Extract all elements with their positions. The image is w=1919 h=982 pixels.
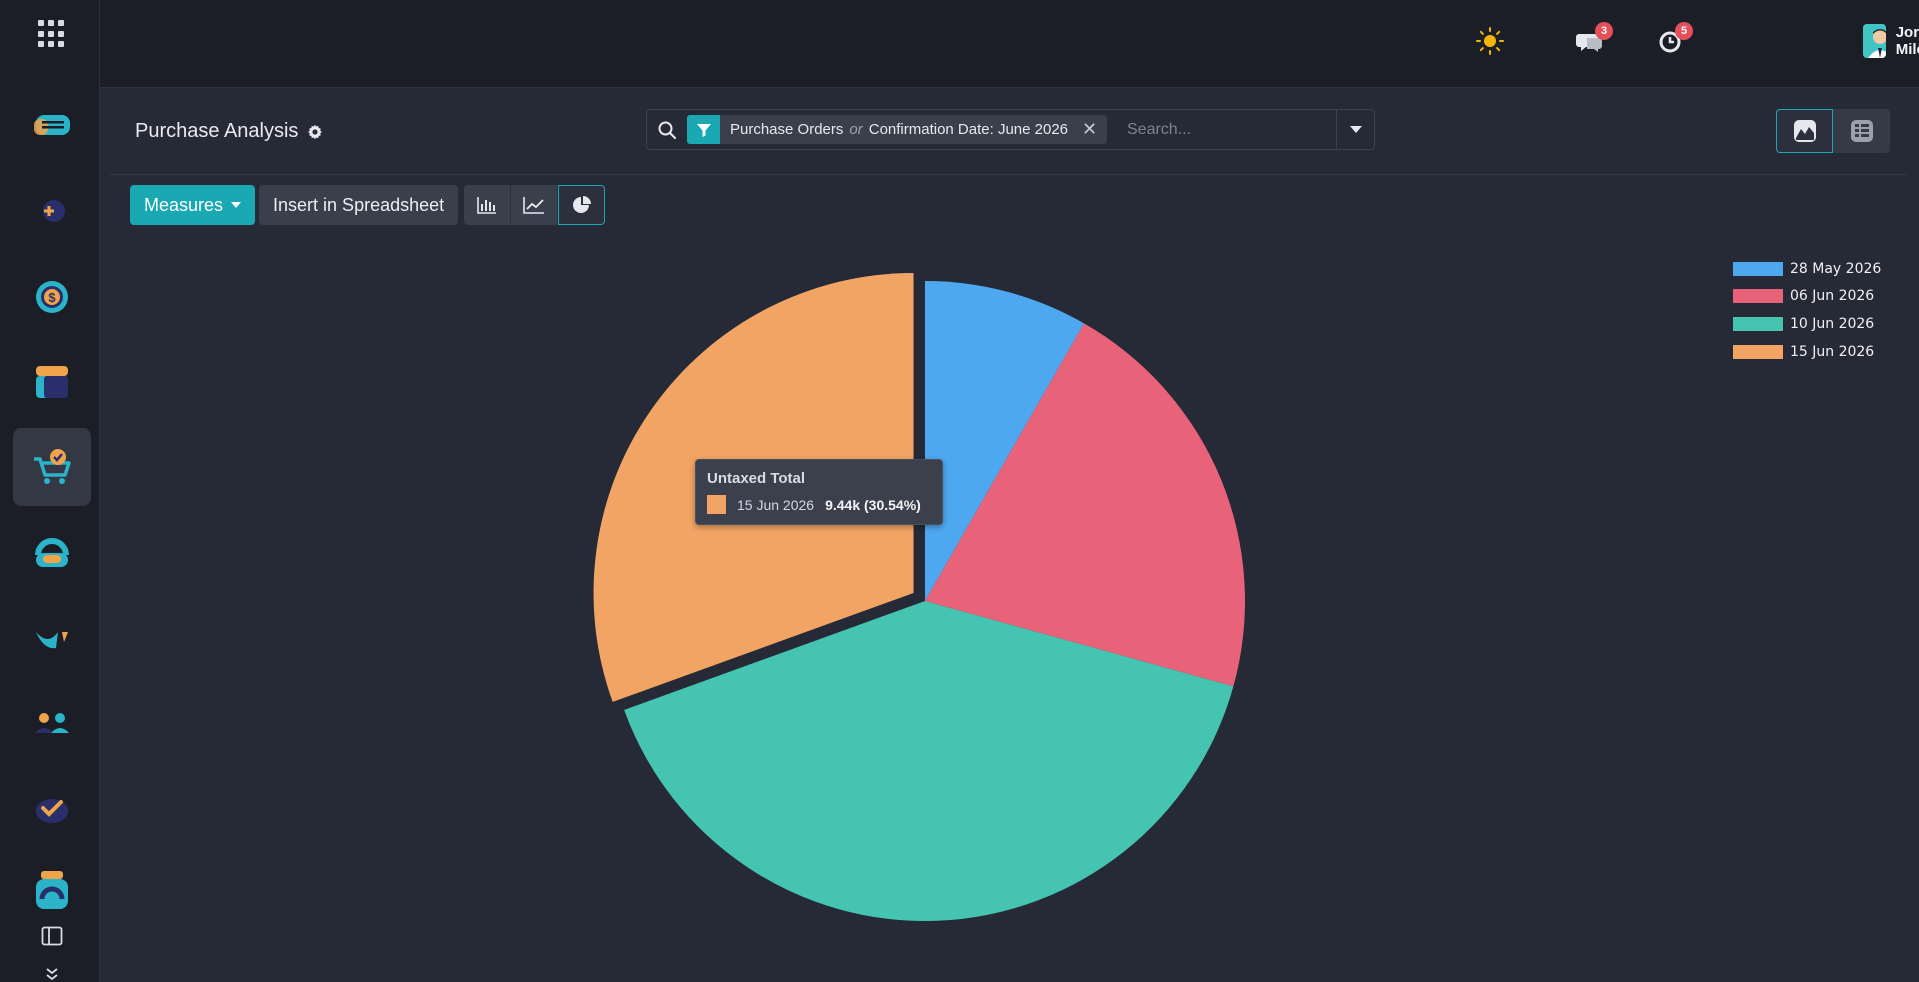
breadcrumb: Purchase Analysis	[135, 120, 323, 143]
page-title: Purchase Analysis	[135, 120, 299, 142]
chart-type-group	[464, 185, 606, 225]
sidebar-item-employees[interactable]	[13, 684, 91, 762]
legend-item[interactable]: 28 May 2026	[1733, 255, 1881, 283]
activities-count-badge: 5	[1675, 22, 1693, 40]
messages-button[interactable]: 3	[1575, 22, 1613, 56]
search-bar: Purchase Orders or Confirmation Date: Ju…	[646, 109, 1375, 150]
sidebar-item-purchase[interactable]	[13, 428, 91, 506]
filter-icon	[696, 123, 711, 137]
legend-swatch	[1733, 316, 1783, 331]
activities-button[interactable]: 5	[1655, 22, 1693, 56]
pivot-view-button[interactable]	[1833, 109, 1890, 153]
messages-count-badge: 3	[1595, 22, 1613, 40]
graph-view-button[interactable]	[1776, 109, 1833, 153]
facet-value-2: Confirmation Date: June 2026	[868, 121, 1069, 138]
apps-grid-icon[interactable]	[38, 20, 66, 48]
chart-tooltip: Untaxed Total 15 Jun 2026 9.44k (30.54%)	[695, 459, 943, 525]
avatar	[1863, 24, 1886, 58]
tooltip-label: 15 Jun 2026	[737, 496, 815, 513]
legend-swatch	[1733, 344, 1783, 359]
legend-item[interactable]: 15 Jun 2026	[1733, 338, 1881, 366]
caret-down-icon	[1349, 125, 1362, 133]
sidebar-item-sales[interactable]: $	[13, 258, 91, 336]
facet-value-1: Purchase Orders	[730, 121, 844, 138]
sidebar-toggle-icon[interactable]	[41, 926, 63, 946]
search-input[interactable]	[1127, 115, 1327, 144]
filter-facet-text: Purchase Orders or Confirmation Date: Ju…	[720, 115, 1078, 144]
pie-chart-icon	[572, 196, 591, 213]
legend-item[interactable]: 10 Jun 2026	[1733, 310, 1881, 338]
facet-separator: or	[849, 121, 863, 138]
gear-icon[interactable]	[307, 124, 323, 140]
cart-check-icon	[34, 449, 71, 484]
sidebar-item-support[interactable]	[13, 852, 91, 930]
search-icon[interactable]	[657, 120, 677, 140]
legend-label: 15 Jun 2026	[1790, 343, 1875, 360]
legend-swatch	[1733, 289, 1783, 304]
sidebar-item-crm[interactable]	[13, 172, 91, 250]
pivot-table-icon	[1850, 120, 1873, 142]
tooltip-title: Untaxed Total	[707, 470, 806, 487]
legend-label: 06 Jun 2026	[1790, 288, 1875, 305]
area-chart-icon	[1793, 120, 1816, 142]
tooltip-value: 9.44k (30.54%)	[825, 496, 921, 513]
bar-chart-button[interactable]	[464, 185, 512, 225]
headset-icon	[35, 538, 69, 567]
tooltip-row: 15 Jun 2026 9.44k (30.54%)	[707, 495, 931, 514]
ribbon-icon	[36, 632, 68, 649]
top-navbar: 3 5 Jordan Miles	[100, 0, 1919, 88]
chart-legend: 28 May 2026 06 Jun 2026 10 Jun 2026 15 Jun …	[1733, 255, 1881, 365]
pie-chart-button[interactable]	[558, 185, 606, 225]
plus-circle-icon	[43, 197, 70, 225]
insert-in-spreadsheet-button[interactable]: Insert in Spreadsheet	[259, 185, 459, 225]
legend-swatch	[1733, 261, 1783, 276]
bar-chart-icon	[477, 197, 497, 214]
app-sidebar: $	[0, 0, 100, 982]
user-name: Jordan Miles	[1895, 24, 1919, 58]
measures-button-label: Measures	[144, 194, 224, 215]
user-menu[interactable]: Jordan Miles	[1863, 24, 1919, 58]
user-avatar-icon	[1863, 24, 1886, 58]
dollar-icon: $	[36, 281, 68, 313]
insert-in-spreadsheet-label: Insert in Spreadsheet	[273, 194, 445, 215]
line-chart-button[interactable]	[511, 185, 559, 225]
chevron-double-down-icon[interactable]	[42, 968, 62, 980]
phone-icon	[36, 871, 68, 909]
check-icon	[36, 799, 68, 823]
tooltip-swatch	[707, 495, 726, 514]
search-options-toggle[interactable]	[1336, 110, 1374, 149]
filter-facet[interactable]: Purchase Orders or Confirmation Date: Ju…	[687, 115, 1108, 144]
line-chart-icon	[523, 197, 545, 214]
view-switcher	[1776, 109, 1890, 153]
control-panel-divider	[110, 174, 1907, 175]
legend-item[interactable]: 06 Jun 2026	[1733, 283, 1881, 311]
filter-facet-icon-box	[687, 115, 720, 144]
sidebar-item-project[interactable]	[13, 769, 91, 847]
people-icon	[35, 713, 69, 733]
sun-icon[interactable]	[1475, 26, 1505, 56]
graph-toolbar: Measures Insert in Spreadsheet	[130, 185, 606, 225]
sidebar-item-inventory[interactable]	[13, 343, 91, 421]
sidebar-item-discuss[interactable]	[13, 88, 91, 166]
close-icon[interactable]: ✕	[1078, 115, 1107, 144]
measures-button[interactable]: Measures	[130, 185, 256, 225]
svg-text:$: $	[48, 290, 56, 305]
legend-label: 10 Jun 2026	[1790, 315, 1875, 332]
chat-bubble-icon	[34, 115, 70, 135]
box-icon	[36, 366, 68, 398]
sidebar-item-knowledge[interactable]	[13, 599, 91, 677]
sidebar-item-helpdesk[interactable]	[13, 514, 91, 592]
caret-down-icon	[231, 202, 242, 208]
legend-label: 28 May 2026	[1790, 260, 1882, 277]
